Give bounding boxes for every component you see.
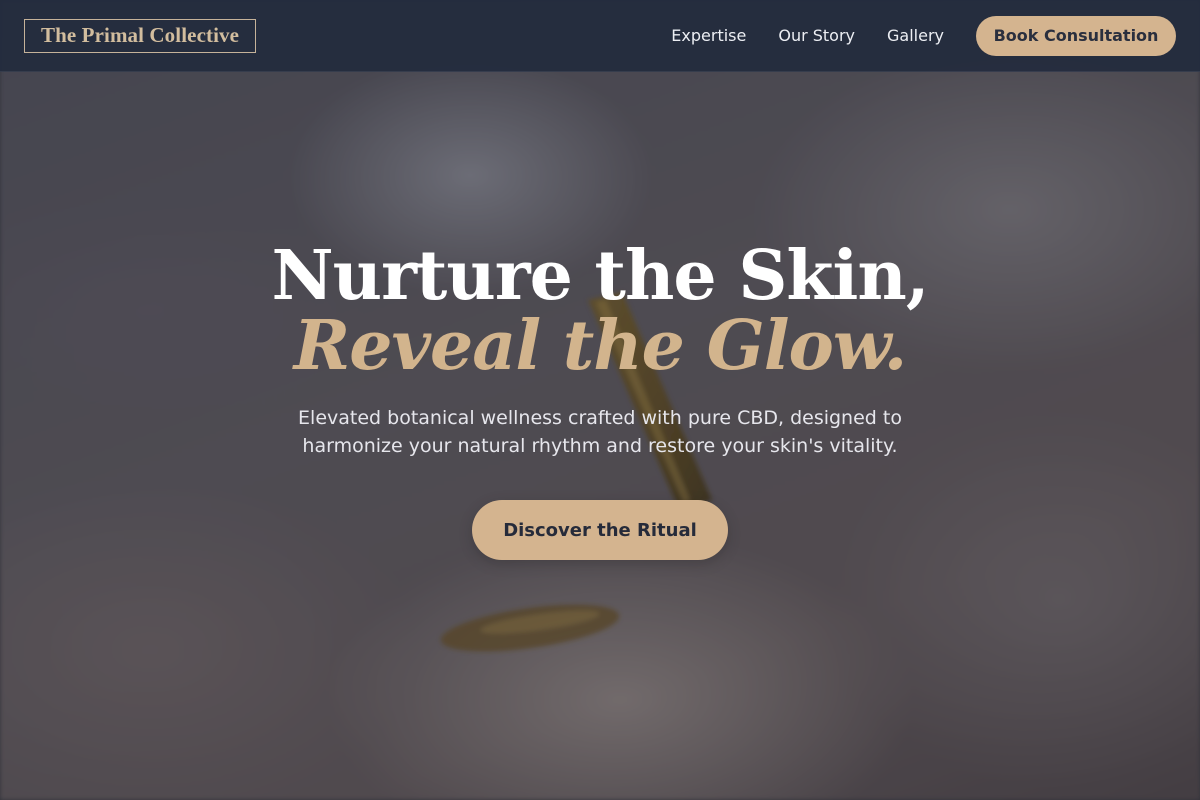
nav-link-our-story[interactable]: Our Story — [778, 26, 855, 45]
hero-headline-line1: Nurture the Skin, — [271, 236, 930, 316]
nav-link-expertise[interactable]: Expertise — [671, 26, 746, 45]
hero-subheadline: Elevated botanical wellness crafted with… — [298, 407, 902, 457]
hero-headline-line2: Reveal the Glow. — [293, 306, 908, 386]
book-consultation-button[interactable]: Book Consultation — [976, 15, 1176, 56]
nav-link-gallery[interactable]: Gallery — [887, 26, 944, 45]
hero-headline: Nurture the Skin, Reveal the Glow. — [0, 236, 1200, 382]
main-nav: Expertise Our Story Gallery Book Consult… — [671, 15, 1176, 56]
hero-section: Nurture the Skin, Reveal the Glow. Eleva… — [0, 236, 1200, 560]
brand-logo[interactable]: The Primal Collective — [24, 18, 257, 53]
site-header: The Primal Collective Expertise Our Stor… — [0, 0, 1200, 72]
discover-ritual-button[interactable]: Discover the Ritual — [472, 500, 728, 560]
